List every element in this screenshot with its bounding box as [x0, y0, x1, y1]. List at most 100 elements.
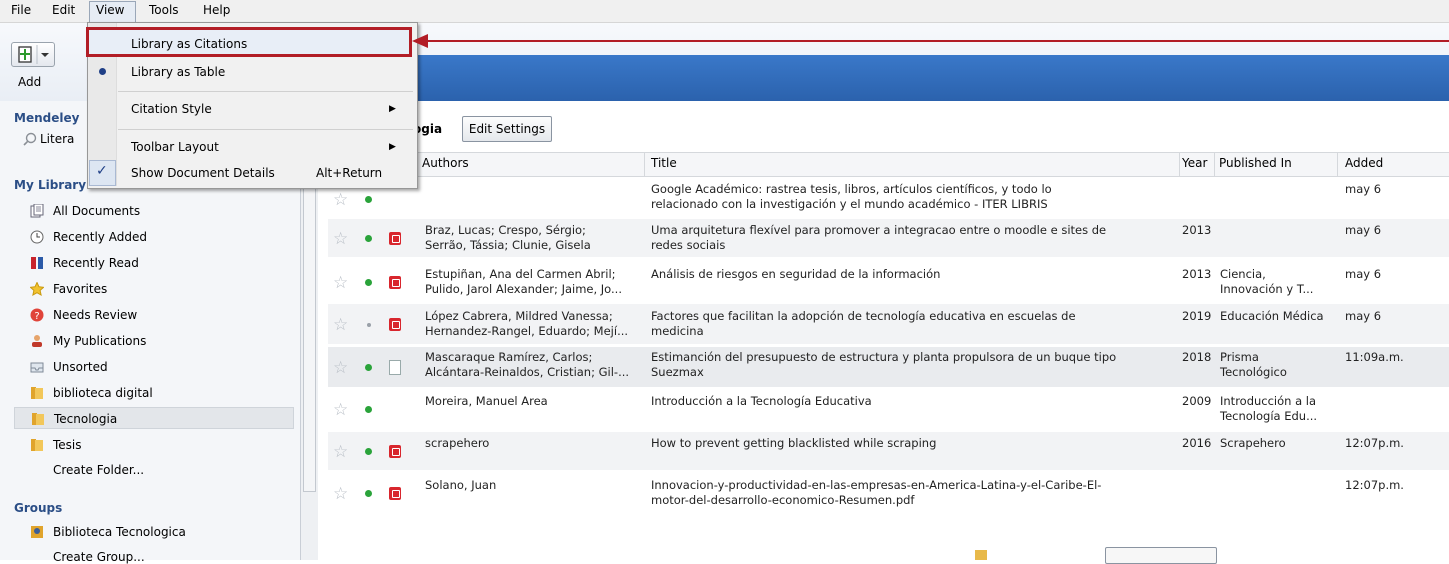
cell-title: Google Académico: rastrea tesis, libros,… — [651, 182, 1052, 211]
menu-item-citation-style[interactable]: Citation Style — [131, 102, 212, 116]
read-status-dot — [365, 364, 372, 371]
sidebar-item-tesis[interactable]: Tesis — [14, 434, 294, 456]
cell-title: Factores que facilitan la adopción de te… — [651, 309, 1076, 338]
sidebar-item-all-documents[interactable]: All Documents — [14, 200, 294, 222]
cell-title: Uma arquitetura flexível para promover a… — [651, 223, 1107, 252]
sidebar-group-biblioteca-tecnologica[interactable]: Biblioteca Tecnologica — [14, 521, 294, 543]
menu-item-library-as-table[interactable]: Library as Table — [131, 65, 225, 79]
menu-file[interactable]: File — [11, 3, 31, 17]
column-title[interactable]: Title — [651, 156, 677, 170]
annotation-arrow-icon — [412, 34, 428, 48]
cell-authors: Solano, Juan — [425, 478, 497, 492]
column-divider — [644, 153, 645, 176]
sidebar-item-label: Tecnologia — [54, 412, 118, 426]
sidebar-item-recently-read[interactable]: Recently Read — [14, 252, 294, 274]
edit-settings-button[interactable]: Edit Settings — [462, 116, 552, 142]
cell-title: Innovacion-y-productividad-en-las-empres… — [651, 478, 1102, 507]
read-status-dot — [365, 196, 372, 203]
star-icon[interactable]: ☆ — [333, 317, 348, 334]
sidebar-item-label: Recently Read — [53, 256, 139, 270]
pdf-icon[interactable] — [389, 232, 401, 245]
star-icon[interactable]: ☆ — [333, 444, 348, 461]
pdf-icon[interactable] — [389, 445, 401, 458]
cell-title: Introducción a la Tecnología Educativa — [651, 394, 872, 408]
column-added[interactable]: Added — [1345, 156, 1383, 170]
sidebar-item-label: My Publications — [53, 334, 147, 348]
cell-published-in: Scrapehero — [1220, 436, 1286, 450]
sidebar-item-unsorted[interactable]: Unsorted — [14, 356, 294, 378]
menu-item-show-document-details[interactable]: Show Document Details — [131, 166, 275, 180]
sidebar-item-tecnologia[interactable]: Tecnologia — [14, 407, 294, 429]
cell-added: may 6 — [1345, 223, 1382, 237]
cell-title: Estimanción del presupuesto de estructur… — [651, 350, 1117, 379]
menu-item-toolbar-layout[interactable]: Toolbar Layout — [131, 140, 219, 154]
inbox-icon — [30, 362, 44, 373]
cell-authors: López Cabrera, Mildred Vanessa; Hernandez… — [425, 309, 629, 338]
pdf-icon[interactable] — [389, 487, 401, 500]
star-icon[interactable]: ☆ — [333, 486, 348, 503]
table-row[interactable]: ☆ Mascaraque Ramírez, Carlos; Alcántara-R… — [328, 347, 1449, 387]
table-row[interactable]: ☆ Estupiñan, Ana del Carmen Abril; Pulido… — [328, 262, 1449, 302]
book-icon — [31, 257, 43, 269]
document-icon[interactable] — [389, 360, 401, 375]
sidebar-item-needs-review[interactable]: ? Needs Review — [14, 304, 294, 326]
folder-icon — [32, 413, 44, 425]
add-document-button[interactable] — [11, 42, 55, 67]
cell-added: may 6 — [1345, 309, 1382, 323]
cell-published-in: Prisma Tecnológico — [1220, 350, 1287, 379]
column-year[interactable]: Year — [1182, 156, 1207, 170]
table-row[interactable]: ☆ scrapehero How to prevent getting blac… — [328, 432, 1449, 470]
create-folder-link[interactable]: Create Folder... — [53, 463, 144, 477]
table-row[interactable]: ☆ Solano, Juan Innovacion-y-productivida… — [328, 473, 1449, 513]
sidebar-item-my-publications[interactable]: My Publications — [14, 330, 294, 352]
star-icon[interactable]: ☆ — [333, 231, 348, 248]
menu-tools[interactable]: Tools — [149, 3, 179, 17]
sidebar-item-label: Recently Added — [53, 230, 147, 244]
menu-view[interactable]: View — [96, 3, 124, 17]
shortcut-label: Alt+Return — [316, 166, 383, 180]
sidebar-item-label: Biblioteca Tecnologica — [53, 525, 186, 539]
toolbar-banner — [412, 55, 1449, 101]
cell-published-in: Educación Médica — [1220, 309, 1324, 323]
partial-button[interactable] — [1105, 547, 1217, 564]
cell-published-in: Ciencia, Innovación y T... — [1220, 267, 1314, 296]
sidebar-mendeley-header: Mendeley — [14, 111, 80, 125]
sidebar-item-label: Tesis — [53, 438, 82, 452]
group-icon — [31, 526, 43, 538]
menu-help[interactable]: Help — [203, 3, 230, 17]
cell-title: How to prevent getting blacklisted while… — [651, 436, 937, 450]
cell-published-in: Introducción a la Tecnología Edu... — [1220, 394, 1318, 423]
cell-added: 12:07p.m. — [1345, 478, 1404, 492]
menu-edit[interactable]: Edit — [52, 3, 75, 17]
cell-authors: Braz, Lucas; Crespo, Sérgio; Serrão, Táss… — [425, 223, 591, 252]
star-icon[interactable]: ☆ — [333, 192, 348, 209]
column-authors[interactable]: Authors — [422, 156, 469, 170]
table-row[interactable]: ☆ López Cabrera, Mildred Vanessa; Hernand… — [328, 304, 1449, 344]
sidebar-item-recently-added[interactable]: Recently Added — [14, 226, 294, 248]
clock-icon — [30, 230, 44, 244]
pdf-icon[interactable] — [389, 318, 401, 331]
menu-item-library-as-citations[interactable]: Library as Citations — [131, 37, 247, 51]
star-icon[interactable]: ☆ — [333, 360, 348, 377]
cell-year: 2018 — [1182, 350, 1212, 364]
star-icon — [30, 282, 44, 296]
sidebar-item-biblioteca-digital[interactable]: biblioteca digital — [14, 382, 294, 404]
cell-authors: Estupiñan, Ana del Carmen Abril; Pulido, … — [425, 267, 622, 296]
star-icon[interactable]: ☆ — [333, 402, 348, 419]
table-row[interactable]: ☆ Google Académico: rastrea tesis, libro… — [328, 180, 1449, 218]
read-status-dot — [365, 448, 372, 455]
pdf-icon[interactable] — [389, 276, 401, 289]
column-published-in[interactable]: Published In — [1219, 156, 1292, 170]
read-status-dot — [365, 279, 372, 286]
sidebar-item-favorites[interactable]: Favorites — [14, 278, 294, 300]
read-status-dot — [365, 406, 372, 413]
create-group-link[interactable]: Create Group... — [53, 550, 145, 564]
table-row[interactable]: ☆ Moreira, Manuel Area Introducción a la… — [328, 389, 1449, 429]
star-icon[interactable]: ☆ — [333, 275, 348, 292]
table-row[interactable]: ☆ Braz, Lucas; Crespo, Sérgio; Serrão, Tá… — [328, 219, 1449, 257]
cell-added: 11:09a.m. — [1345, 350, 1404, 364]
add-label: Add — [18, 75, 42, 89]
add-file-icon — [18, 45, 49, 64]
sidebar-literature-search[interactable]: Litera — [40, 132, 74, 146]
svg-text:?: ? — [34, 311, 39, 322]
